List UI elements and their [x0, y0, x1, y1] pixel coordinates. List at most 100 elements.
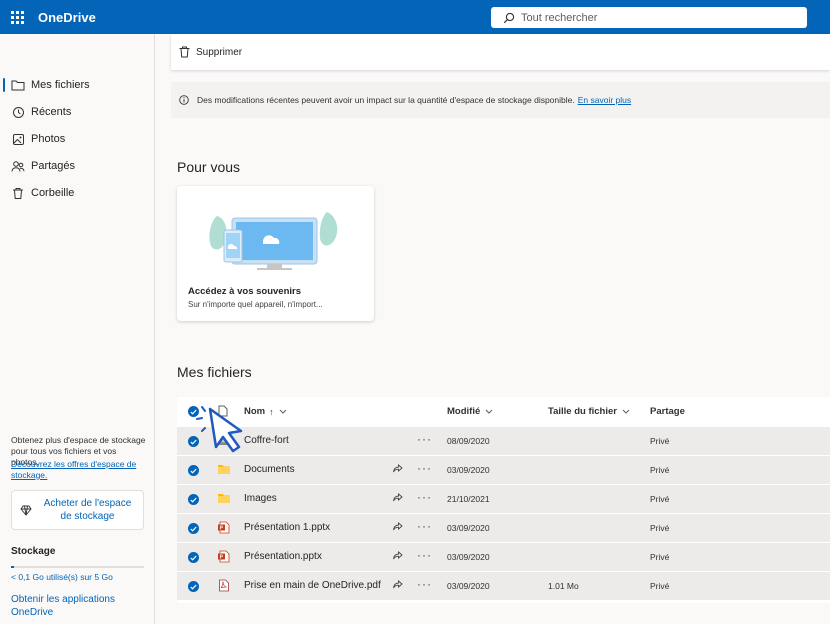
row-checkbox[interactable]	[188, 465, 199, 476]
more-options-button[interactable]: ···	[417, 490, 432, 504]
share-icon[interactable]	[392, 551, 403, 561]
share-icon[interactable]	[392, 580, 403, 590]
share-icon[interactable]	[392, 493, 403, 503]
learn-more-link[interactable]: En savoir plus	[578, 95, 631, 105]
file-modified: 03/09/2020	[447, 523, 490, 533]
storage-notice: Des modifications récentes peuvent avoir…	[171, 82, 830, 118]
chevron-down-icon	[622, 409, 630, 414]
table-row[interactable]: Coffre-fort ··· 08/09/2020 Privé	[177, 426, 830, 455]
sidebar-item-recycle-bin[interactable]: Corbeille	[0, 182, 154, 204]
storage-bar-fill	[11, 566, 14, 568]
file-name[interactable]: Images	[244, 493, 277, 504]
table-row[interactable]: P Présentation 1.pptx ··· 03/09/2020 Pri…	[177, 513, 830, 542]
storage-usage-link[interactable]: < 0,1 Go utilisé(s) sur 5 Go	[11, 572, 113, 582]
search-input[interactable]	[521, 11, 781, 24]
devices-illustration	[209, 212, 338, 270]
file-name[interactable]: Prise en main de OneDrive.pdf	[244, 580, 381, 591]
history-icon	[11, 105, 25, 119]
pointer-cursor-icon	[196, 406, 243, 453]
sidebar-item-my-files[interactable]: Mes fichiers	[0, 74, 154, 96]
more-options-button[interactable]: ···	[417, 577, 432, 591]
pdf-icon	[219, 579, 229, 592]
file-name[interactable]: Présentation 1.pptx	[244, 522, 330, 533]
file-modified: 03/09/2020	[447, 552, 490, 562]
file-size: 1.01 Mo	[548, 581, 579, 591]
row-checkbox[interactable]	[188, 523, 199, 534]
buy-storage-label: Acheter de l'espace de stockage	[43, 498, 132, 522]
get-apps-link[interactable]: Obtenir les applications OneDrive	[11, 593, 141, 619]
column-header-size[interactable]: Taille du fichier	[548, 406, 630, 417]
more-options-button[interactable]: ···	[417, 548, 432, 562]
checkmark-icon	[190, 584, 197, 590]
file-modified: 08/09/2020	[447, 436, 490, 446]
column-size-label: Taille du fichier	[548, 406, 617, 417]
chevron-down-icon	[279, 409, 286, 414]
file-modified: 03/09/2020	[447, 581, 490, 591]
file-name[interactable]: Documents	[244, 464, 295, 475]
sidebar-item-label: Partagés	[31, 160, 76, 172]
sidebar-item-photos[interactable]: Photos	[0, 128, 154, 150]
checkmark-icon	[190, 497, 197, 503]
my-files-title: Mes fichiers	[177, 364, 252, 380]
checkmark-icon	[190, 526, 197, 532]
file-list: Nom ↑ Modifié Taille du fichier Partage …	[177, 397, 830, 603]
file-sharing: Privé	[650, 436, 670, 446]
buy-storage-button[interactable]: Acheter de l'espace de stockage	[11, 490, 144, 530]
trash-icon	[11, 186, 25, 200]
table-row[interactable]: P Présentation.pptx ··· 03/09/2020 Privé	[177, 542, 830, 571]
memories-card[interactable]: Accédez à vos souvenirs Sur n'importe qu…	[177, 186, 374, 321]
file-sharing: Privé	[650, 523, 670, 533]
more-options-button[interactable]: ···	[417, 432, 432, 446]
trash-icon	[179, 46, 190, 58]
file-sharing: Privé	[650, 494, 670, 504]
checkmark-icon	[190, 555, 197, 561]
storage-offers-link[interactable]: Découvrez les offres d'espace de stockag…	[11, 459, 146, 481]
chevron-down-icon	[485, 409, 493, 414]
column-modified-label: Modifié	[447, 406, 481, 417]
table-row[interactable]: Images ··· 21/10/2021 Privé	[177, 484, 830, 513]
notice-text: Des modifications récentes peuvent avoir…	[197, 95, 575, 105]
sidebar-item-shared[interactable]: Partagés	[0, 155, 154, 177]
table-row[interactable]: Prise en main de OneDrive.pdf ··· 03/09/…	[177, 571, 830, 600]
share-icon[interactable]	[392, 464, 403, 474]
search-box[interactable]	[491, 7, 807, 28]
info-icon	[179, 95, 189, 105]
row-checkbox[interactable]	[188, 494, 199, 505]
top-bar: OneDrive	[0, 0, 830, 34]
waffle-icon	[10, 10, 24, 24]
column-header-modified[interactable]: Modifié	[447, 406, 493, 417]
file-sharing: Privé	[650, 581, 670, 591]
card-subtitle: Sur n'importe quel appareil, n'import...	[188, 300, 323, 309]
file-name[interactable]: Présentation.pptx	[244, 551, 322, 562]
table-row[interactable]: Documents ··· 03/09/2020 Privé	[177, 455, 830, 484]
sidebar-item-label: Corbeille	[31, 187, 75, 199]
row-checkbox[interactable]	[188, 552, 199, 563]
row-checkbox[interactable]	[188, 581, 199, 592]
storage-title: Stockage	[11, 546, 56, 557]
file-sharing: Privé	[650, 552, 670, 562]
delete-label: Supprimer	[196, 46, 243, 58]
more-options-button[interactable]: ···	[417, 519, 432, 533]
image-icon	[11, 132, 25, 146]
powerpoint-icon: P	[218, 550, 230, 563]
file-sharing: Privé	[650, 465, 670, 475]
people-icon	[11, 159, 25, 173]
sidebar-item-label: Mes fichiers	[31, 79, 90, 91]
sidebar-item-label: Récents	[31, 106, 72, 118]
delete-button[interactable]: Supprimer	[179, 46, 242, 58]
share-icon[interactable]	[392, 522, 403, 532]
powerpoint-icon: P	[218, 521, 230, 534]
more-options-button[interactable]: ···	[417, 461, 432, 475]
sidebar: Mes fichiers Récents Photos Partagés Cor…	[0, 34, 155, 624]
sort-ascending-indicator: ↑	[269, 406, 274, 417]
sidebar-item-recent[interactable]: Récents	[0, 101, 154, 123]
storage-bar	[11, 566, 144, 568]
app-name[interactable]: OneDrive	[38, 10, 96, 25]
file-modified: 03/09/2020	[447, 465, 490, 475]
column-header-sharing[interactable]: Partage	[650, 406, 685, 417]
sidebar-item-label: Photos	[31, 133, 66, 145]
card-title: Accédez à vos souvenirs	[188, 286, 301, 297]
folder-icon	[218, 494, 230, 503]
app-launcher-button[interactable]	[2, 0, 32, 34]
checkmark-icon	[190, 468, 197, 474]
